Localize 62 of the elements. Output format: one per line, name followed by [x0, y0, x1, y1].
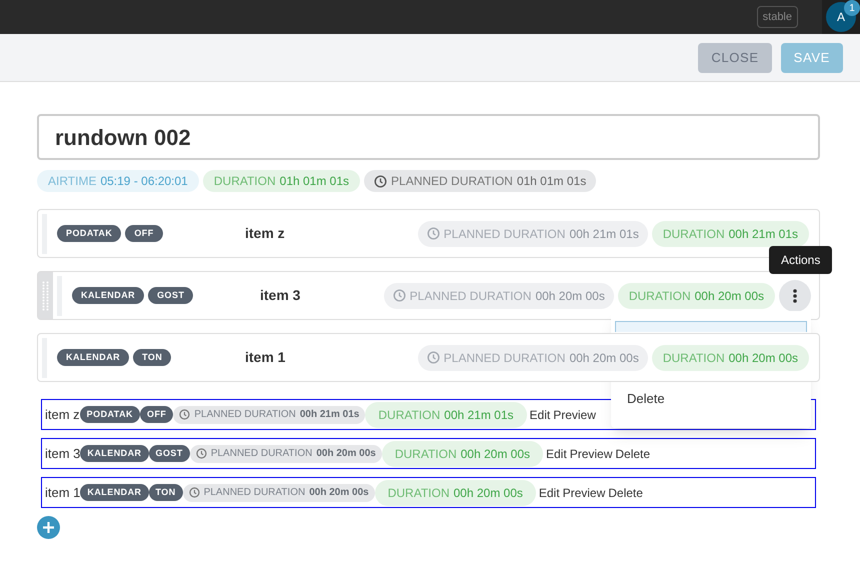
duration-chip: DURATION 00h 20m 00s: [652, 344, 809, 370]
tag: KALENDAR: [80, 444, 149, 462]
more-icon: [793, 288, 797, 302]
item-name: item z: [45, 406, 80, 424]
title-text: rundown 002: [55, 124, 191, 152]
duration-chip: DURATION 00h 20m 00s: [618, 282, 775, 308]
tag: PODATAK: [80, 406, 140, 424]
item-name: item 1: [245, 348, 286, 367]
planned-duration-chip: PLANNED DURATION 00h 20m 00s: [182, 484, 375, 502]
clock-icon: [426, 227, 440, 240]
tag: OFF: [125, 224, 163, 242]
tag: TON: [148, 484, 183, 502]
duration-chip: DURATION 01h 01m 01s: [202, 170, 360, 192]
action-link[interactable]: Delete: [608, 484, 643, 502]
duration-chip: DURATION 00h 21m 01s: [652, 220, 809, 246]
item-name: item z: [245, 224, 285, 243]
tag: OFF: [140, 406, 174, 424]
action-link[interactable]: Edit: [546, 444, 567, 462]
tag: TON: [133, 348, 172, 366]
plus-icon: [42, 521, 55, 534]
tag: KALENDAR: [72, 286, 144, 304]
planned-duration-chip: PLANNED DURATION 00h 20m 00s: [384, 282, 614, 308]
planned-duration-chip: PLANNED DURATION 00h 21m 01s: [173, 406, 366, 424]
airtime-chip: AIRTIME 05:19 - 06:20:01: [37, 170, 199, 192]
duration-chip: DURATION 00h 20m 00s: [382, 440, 543, 466]
planned-duration-chip: PLANNED DURATION 00h 20m 00s: [418, 344, 648, 370]
add-button[interactable]: [37, 516, 60, 539]
tag: KALENDAR: [80, 484, 149, 502]
planned-duration-chip: PLANNED DURATION 00h 21m 01s: [418, 220, 648, 246]
action-link[interactable]: Edit: [538, 484, 560, 502]
notification-badge: 1: [844, 0, 860, 16]
title-field[interactable]: rundown 002: [37, 114, 820, 160]
clock-icon: [426, 351, 440, 364]
action-link[interactable]: Preview: [570, 444, 612, 462]
action-link[interactable]: Preview: [562, 484, 606, 502]
rundown-item-card[interactable]: KALENDAR TON item 1 PLANNED DURATION 00h 20m 00s DURATION 00h 20m 00s: [37, 333, 820, 382]
rundown-item-card[interactable]: KALENDAR GOST item 3 PLANNED DURATION 00h 20m 00s DURATION 00h 20m 00s: [37, 271, 820, 320]
tag: PODATAK: [57, 224, 122, 242]
planned-duration-chip: PLANNED DURATION 00h 20m 00s: [190, 444, 382, 462]
duration-chip: DURATION 00h 21m 01s: [365, 402, 527, 428]
tag: GOST: [148, 444, 190, 462]
tag: GOST: [148, 286, 194, 304]
action-link[interactable]: Edit: [530, 406, 550, 424]
environment-badge: stable: [756, 6, 798, 28]
clock-icon: [179, 409, 190, 420]
clock-icon: [374, 174, 388, 188]
duration-chip: DURATION 00h 20m 00s: [374, 480, 536, 506]
menu-item[interactable]: Delete: [611, 384, 811, 414]
tag: KALENDAR: [57, 348, 130, 366]
item-name: item 3: [260, 286, 300, 305]
clock-icon: [392, 289, 406, 302]
grip-icon: [42, 280, 49, 310]
item-name: item 1: [45, 484, 80, 502]
clock-icon: [196, 448, 207, 459]
action-link[interactable]: Preview: [553, 406, 596, 424]
action-link[interactable]: Delete: [615, 444, 650, 462]
drag-handle[interactable]: [38, 272, 53, 319]
planned-duration-chip: PLANNED DURATION 01h 01m 01s: [364, 170, 596, 192]
clock-icon: [188, 487, 200, 498]
tooltip: Actions: [769, 246, 832, 274]
actions-button[interactable]: [779, 280, 811, 312]
item-name: item 3: [45, 444, 80, 463]
